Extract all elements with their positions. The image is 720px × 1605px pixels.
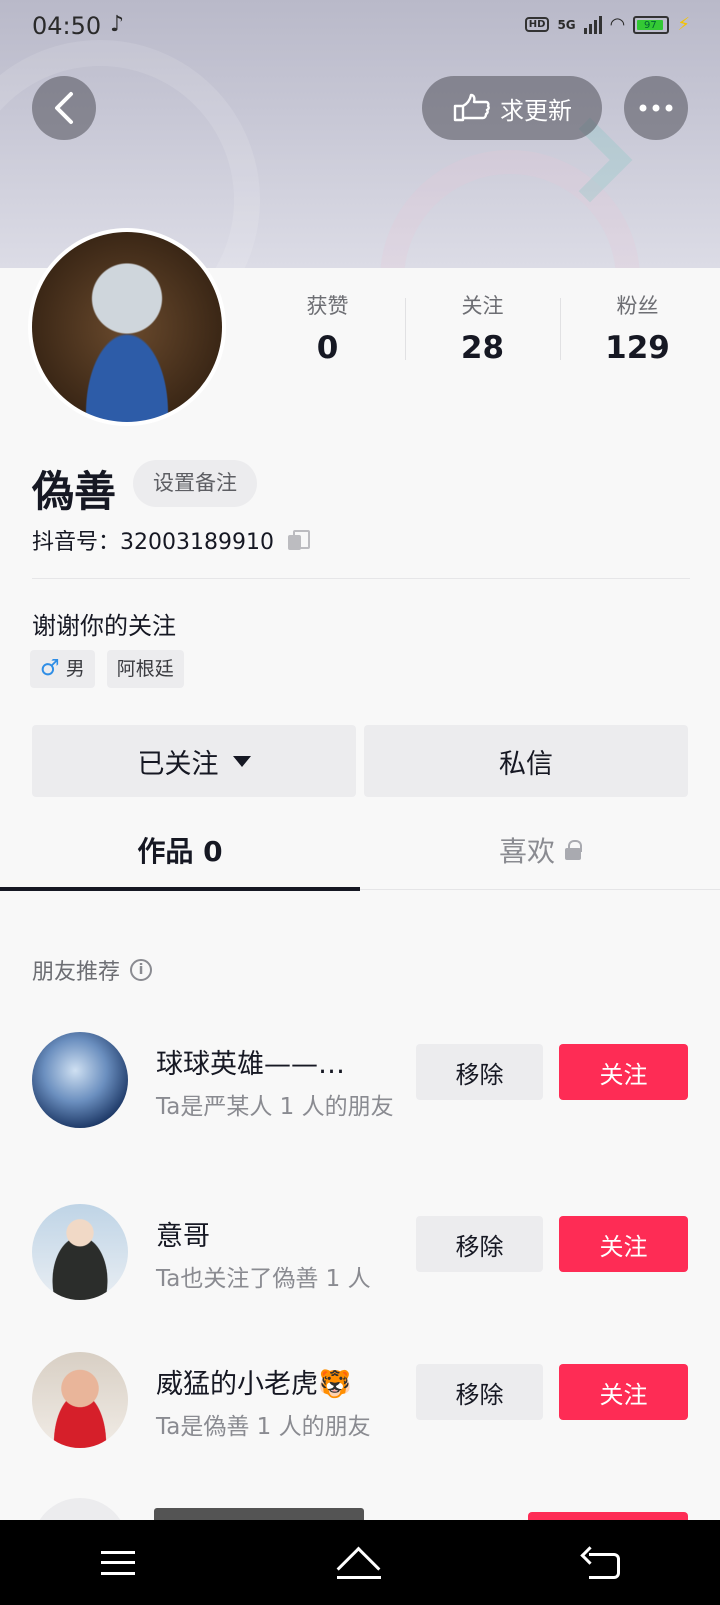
tab-works[interactable]: 作品 0 [0,810,360,891]
recommend-name[interactable]: 威猛的小老虎🐯 [156,1362,352,1401]
stat-followers[interactable]: 粉丝 129 [560,290,715,370]
stat-label: 获赞 [306,294,349,318]
profile-tags: ♂ 男 阿根廷 [30,650,184,688]
profile-actions: 已关注 私信 [32,725,688,797]
follow-button[interactable]: 关注 [559,1216,688,1272]
back-nav-icon[interactable] [583,1549,620,1579]
status-bar: 04:50 ♪ HD 5G ◠ 97 ⚡ [0,0,720,56]
followed-label: 已关注 [137,748,219,780]
avatar-image [32,232,222,422]
tab-label: 喜欢 [498,835,555,868]
more-options-button[interactable] [624,76,688,140]
gender-tag: ♂ 男 [30,650,95,688]
friend-recommend-title: 朋友推荐 i [32,954,153,986]
back-button[interactable] [32,76,96,140]
dropdown-triangle-icon [232,755,251,767]
wifi-icon: ◠ [609,14,626,35]
profile-bio: 谢谢你的关注 [32,612,176,640]
charging-icon: ⚡ [677,14,690,35]
lock-icon [565,840,582,860]
tab-label: 作品 0 [137,835,223,868]
remove-button[interactable]: 移除 [416,1364,543,1420]
followed-button[interactable]: 已关注 [32,725,356,797]
recommend-reason: Ta也关注了偽善 1 人 [156,1266,371,1292]
profile-body [0,268,720,1520]
request-update-label: 求更新 [500,96,572,125]
follow-button-partial[interactable] [528,1512,688,1520]
pointing-hand-icon [453,93,490,122]
male-icon: ♂ [40,656,60,681]
stat-label: 粉丝 [616,294,659,318]
profile-name: 偽善 [32,467,117,516]
gender-label: 男 [65,658,85,680]
battery-level: 97 [637,19,664,31]
hd-icon: HD [524,17,550,32]
back-arrow-icon [55,92,73,124]
douyin-id-text: 抖音号：32003189910 [32,530,274,555]
recommend-reason: Ta是偽善 1 人的朋友 [156,1414,371,1440]
section-title-text: 朋友推荐 [32,960,121,985]
battery-icon: 97 [633,15,670,34]
recommend-avatar[interactable] [32,1352,128,1448]
signal-icon [583,15,602,34]
menu-icon[interactable] [101,1550,135,1575]
stat-likes[interactable]: 获赞 0 [250,290,405,370]
stat-value: 129 [605,330,670,366]
message-label: 私信 [499,748,553,780]
info-icon[interactable]: i [130,959,153,981]
recommend-name[interactable]: 意哥 [156,1214,210,1253]
recommend-item-partial [0,1498,720,1520]
system-navigation-bar [0,1520,720,1605]
stat-value: 0 [316,330,339,366]
network-type: 5G [557,17,576,32]
recommend-reason: Ta是严某人 1 人的朋友 [156,1094,394,1120]
set-remark-button[interactable]: 设置备注 [133,460,257,507]
remove-button[interactable]: 移除 [416,1216,543,1272]
profile-stats: 获赞 0 关注 28 粉丝 129 [250,290,720,370]
profile-avatar[interactable] [28,228,226,426]
follow-button[interactable]: 关注 [559,1364,688,1420]
tab-likes[interactable]: 喜欢 [360,810,720,890]
douyin-id: 抖音号：32003189910 [32,524,310,556]
recommend-avatar[interactable] [32,1204,128,1300]
follow-button[interactable]: 关注 [559,1044,688,1100]
status-icons: HD 5G ◠ 97 ⚡ [524,14,690,35]
copy-icon[interactable] [287,530,310,550]
recommend-avatar[interactable] [32,1498,128,1520]
home-icon[interactable] [337,1547,381,1579]
recommend-name[interactable]: 球球英雄——… [156,1042,345,1081]
region-tag: 阿根廷 [106,650,184,688]
remove-button[interactable]: 移除 [416,1044,543,1100]
tiktok-notification-icon: ♪ [110,12,125,37]
stat-following[interactable]: 关注 28 [405,290,560,370]
stat-value: 28 [460,330,505,366]
content-tabs: 作品 0 喜欢 [0,810,720,891]
message-button[interactable]: 私信 [364,725,688,797]
more-dots-icon [639,104,673,112]
status-time: 04:50 [32,12,102,40]
divider [32,578,690,579]
recommend-name-partial [154,1508,364,1520]
recommend-avatar[interactable] [32,1032,128,1128]
stat-label: 关注 [461,294,504,318]
request-update-button[interactable]: 求更新 [422,76,602,140]
